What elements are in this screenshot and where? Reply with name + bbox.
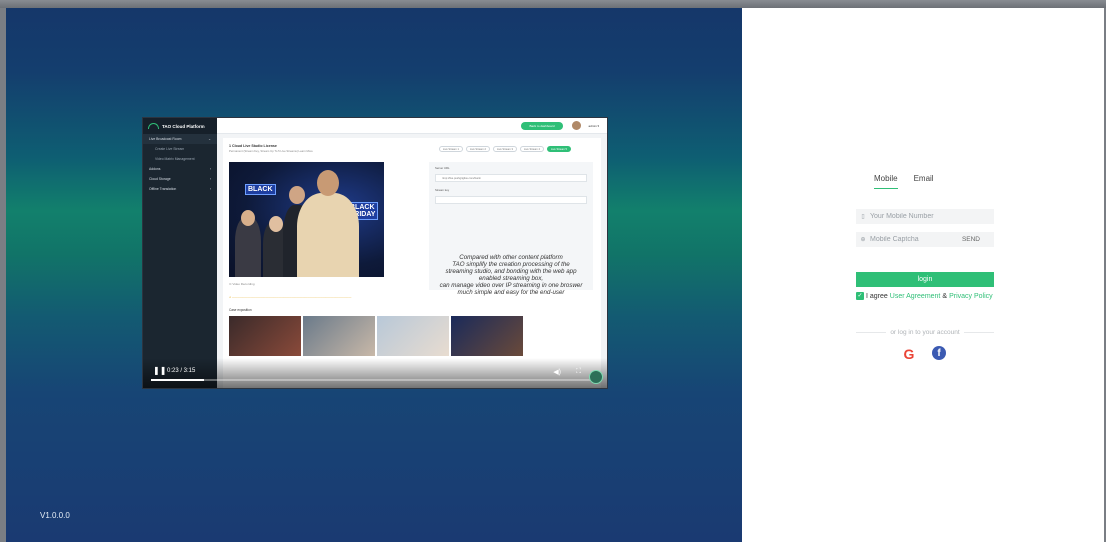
facebook-icon[interactable]: f [932,346,946,360]
video-nav-item: Cloud Storage › [149,177,211,181]
tao-logo-icon [148,123,159,129]
fullscreen-icon[interactable]: ⛶ [576,368,581,376]
video-dashboard-button: Back to dashboard [521,122,563,130]
tab-mobile[interactable]: Mobile [874,174,898,189]
video-nav-item: Video Matrix Management [155,157,195,161]
video-controls: ❚❚ 0:23 / 3:15 ◀) ⛶ [143,358,607,388]
video-recording-toggle: ⊙ Video Recording [229,282,255,286]
video-progress-fill [151,379,204,381]
window-frame: TAO Cloud Platform Live Broadcast Room ⌄ … [0,0,1106,542]
video-stream-tab: Live Stream 5 [546,146,571,152]
video-nav-item: Live Broadcast Room ⌄ [143,134,217,144]
user-agreement-link[interactable]: User Agreement [890,293,941,300]
login-tabs: Mobile Email [874,174,934,189]
video-preview: BLACK BLACK FRIDAY [229,162,384,277]
mobile-number-field: ▯ [856,209,994,224]
case-thumbnail [451,316,523,356]
video-warning-line: ⚠ ——————————————————————————————————————… [229,296,352,299]
pause-icon[interactable]: ❚❚ [153,366,166,375]
privacy-policy-link[interactable]: Privacy Policy [949,293,993,300]
mobile-number-input[interactable] [870,213,994,220]
video-stream-tab: Live Stream 2 [465,146,490,152]
phone-icon: ▯ [861,214,865,220]
tab-email[interactable]: Email [914,174,934,189]
alt-login-divider: or log in to your account [856,329,994,336]
video-app-header: Back to dashboard admin ▾ [217,118,607,134]
video-admin-name: admin ▾ [588,124,599,128]
captcha-input[interactable] [870,236,962,243]
video-cases-title: Case exposition [229,308,252,312]
video-stream-tab: Live Stream 3 [492,146,517,152]
case-thumbnail [229,316,301,356]
billboard-text: BLACK [245,184,276,195]
google-icon[interactable]: G [901,346,917,362]
video-tagline: Compared with other content platform TAO… [439,254,583,296]
video-nav-item: Addons › [149,167,211,171]
video-stream-tabs: Live Stream 1 Live Stream 2 Live Stream … [438,146,571,152]
video-stream-tab: Live Stream 1 [438,146,463,152]
video-app-main: Back to dashboard admin ▾ 1 Cloud Live S… [217,118,607,388]
video-nav-item: Offline Translation › [149,187,211,191]
agree-checkbox[interactable]: ✓ [856,292,864,300]
video-app-sidebar: TAO Cloud Platform Live Broadcast Room ⌄ … [143,118,217,388]
video-server-panel: Server URL rtmp://live.pushgrigliou.com/… [429,162,593,296]
case-thumbnail [303,316,375,356]
video-player[interactable]: TAO Cloud Platform Live Broadcast Room ⌄ … [142,117,608,389]
video-nav-item: Create Live Stream [155,147,185,151]
video-stream-tab: Live Stream 4 [519,146,544,152]
avatar [572,121,581,130]
window-top-bar [0,0,1106,8]
video-time: 0:23 / 3:15 [167,368,196,374]
captcha-field: ⊕ SEND [856,232,994,247]
video-license-title: 1 Cloud Live Studio License [229,144,277,148]
video-app-logo: TAO Cloud Platform [143,118,217,134]
chat-bubble-icon[interactable] [589,370,603,384]
send-captcha-button[interactable]: SEND [962,236,980,243]
promo-panel: TAO Cloud Platform Live Broadcast Room ⌄ … [6,8,742,542]
volume-icon[interactable]: ◀) [553,368,561,376]
case-thumbnail [377,316,449,356]
video-progress-bar[interactable] [151,379,599,381]
video-license-sub: Permanent (Stream Key, Stream Up To 5 Li… [229,149,313,153]
login-button[interactable]: login [856,272,994,287]
version-label: V1.0.0.0 [40,511,70,520]
agreement-row: ✓ I agree User Agreement & Privacy Polic… [856,292,993,300]
shield-icon: ⊕ [860,237,866,243]
video-app-body: 1 Cloud Live Studio License Permanent (S… [223,138,601,388]
